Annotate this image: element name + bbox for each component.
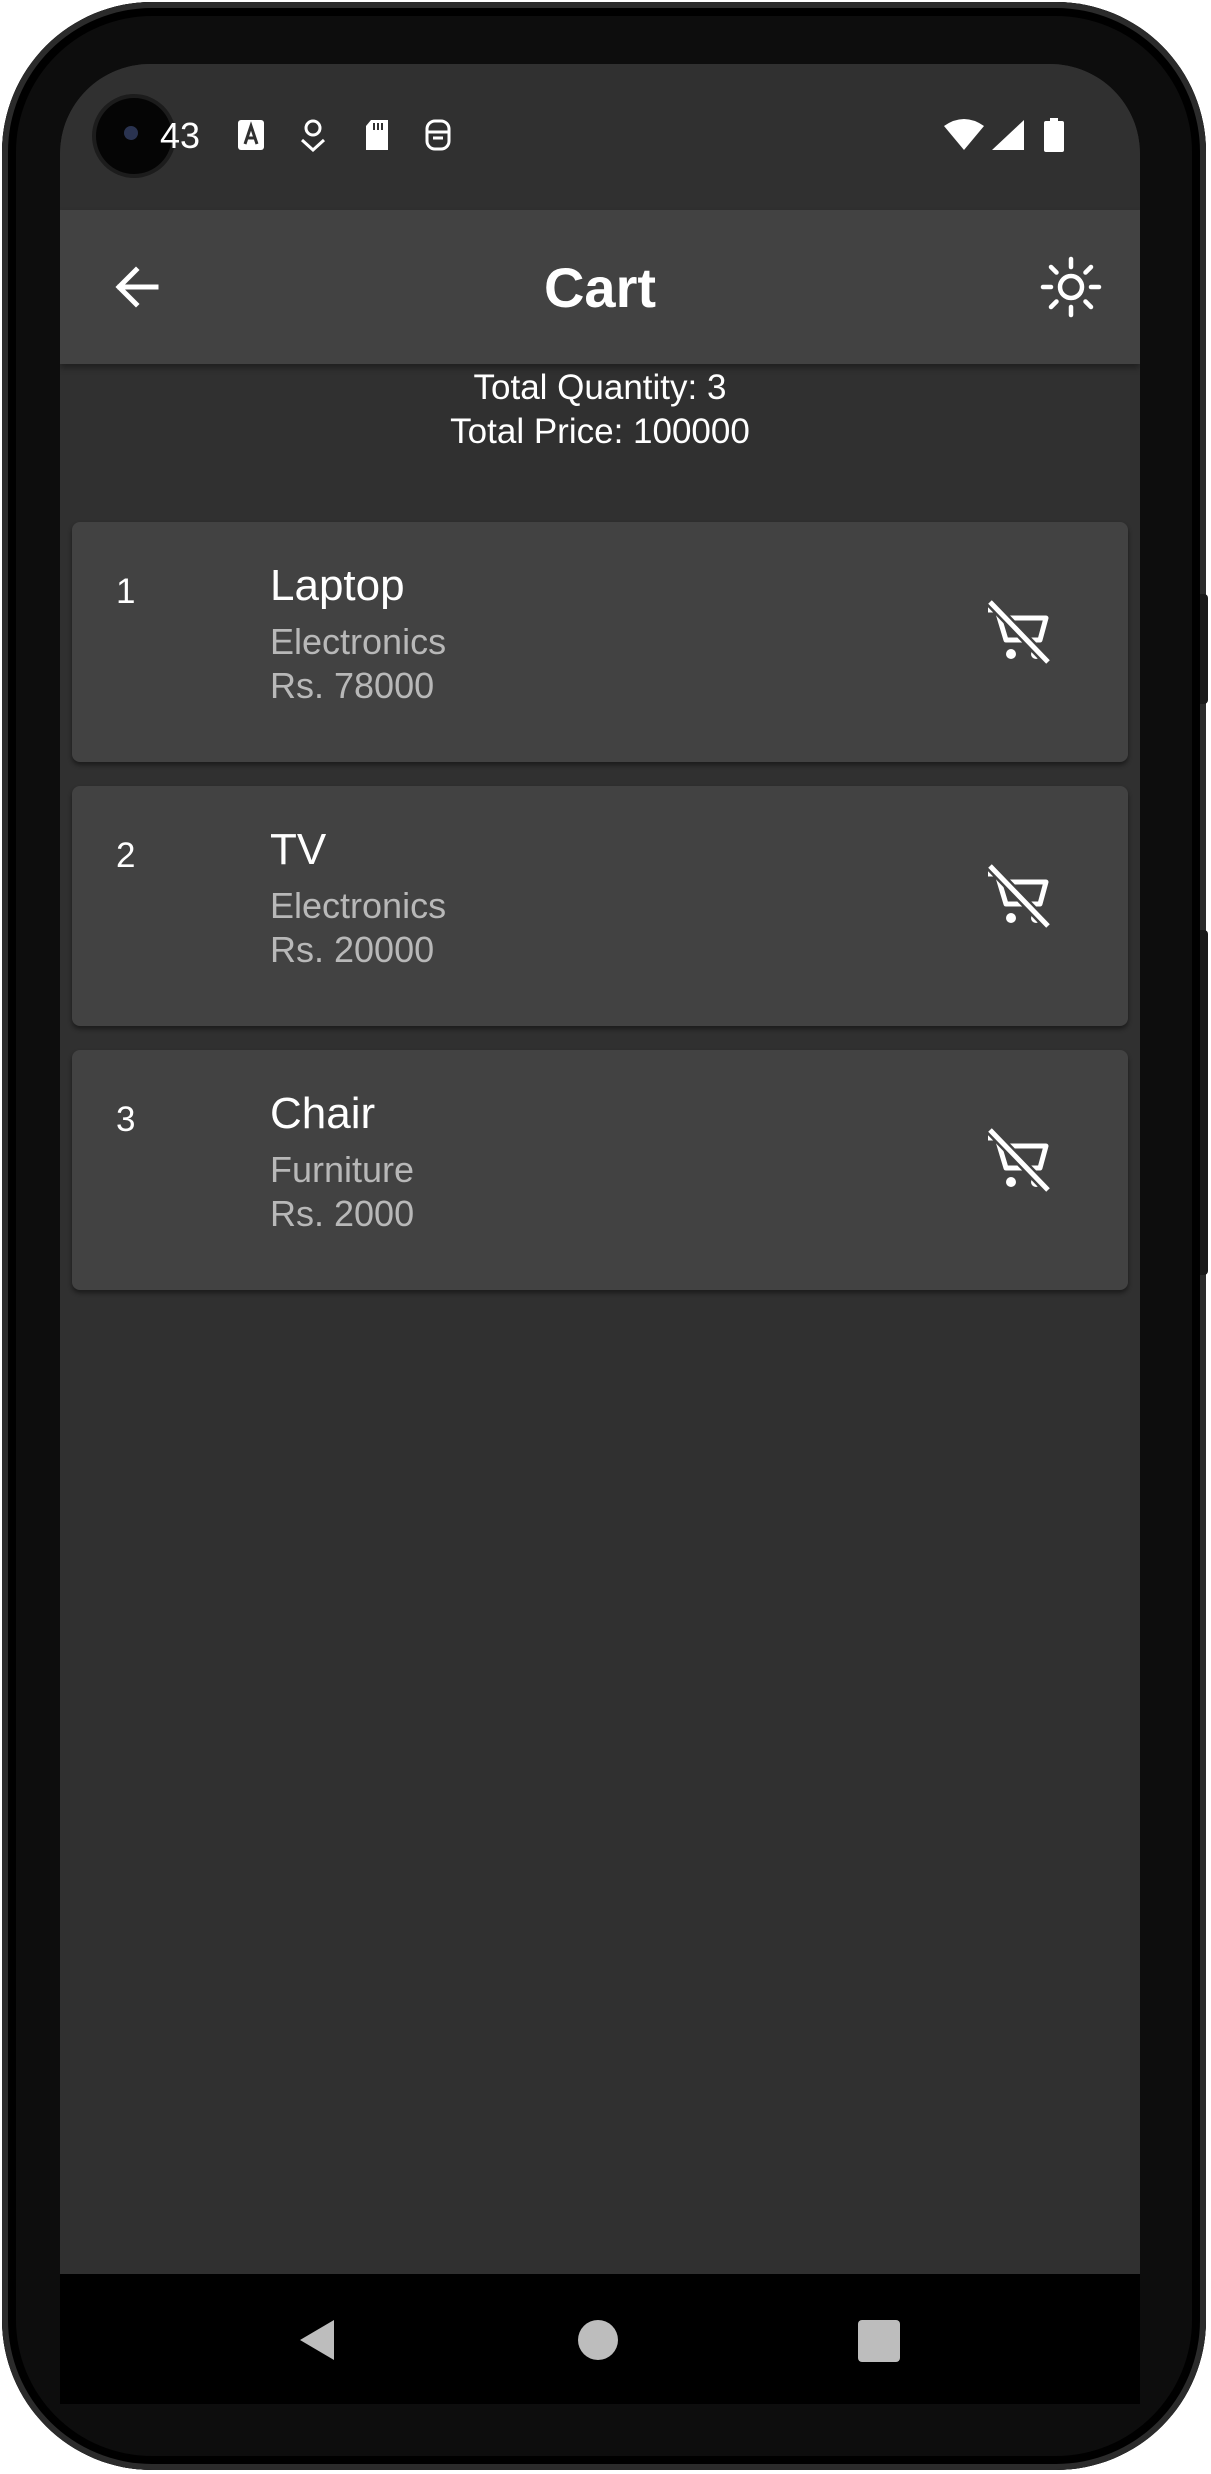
item-name: TV (270, 825, 327, 874)
text-a-icon (238, 120, 264, 150)
item-index: 2 (116, 836, 136, 875)
power-button (1200, 594, 1208, 704)
remove-from-cart-icon[interactable] (982, 596, 1056, 670)
download-badge-icon (300, 119, 326, 152)
nav-back-icon[interactable] (296, 2318, 340, 2362)
item-price: Rs. 78000 (270, 665, 435, 706)
sd-card-icon (366, 120, 388, 150)
item-category: Furniture (270, 1149, 415, 1190)
item-index: 1 (116, 572, 136, 611)
app-bar: Cart (60, 210, 1140, 364)
total-price: Total Price: 100000 (450, 412, 750, 451)
wifi-icon (944, 119, 984, 150)
volume-button (1200, 930, 1208, 1275)
shield-app-icon (425, 119, 451, 151)
cart-item-card: 1 Laptop Electronics Rs. 78000 (72, 522, 1128, 762)
remove-from-cart-icon[interactable] (982, 860, 1056, 934)
system-nav-bar (60, 2274, 1140, 2404)
nav-home-icon[interactable] (578, 2320, 618, 2360)
remove-from-cart-icon[interactable] (982, 1124, 1056, 1198)
cart-item-card: 3 Chair Furniture Rs. 2000 (72, 1050, 1128, 1290)
nav-recents-icon[interactable] (858, 2320, 900, 2362)
status-bar: 43 (60, 64, 1140, 210)
cart-item-card: 2 TV Electronics Rs. 20000 (72, 786, 1128, 1026)
item-name: Laptop (270, 561, 405, 610)
item-index: 3 (116, 1100, 136, 1139)
cart-list: 1 Laptop Electronics Rs. 78000 2 TV Elec… (72, 522, 1128, 1314)
total-quantity: Total Quantity: 3 (473, 368, 727, 407)
cart-summary: Total Quantity: 3 Total Price: 100000 (60, 366, 1140, 454)
item-name: Chair (270, 1089, 376, 1138)
status-time: 43 (160, 115, 201, 156)
cell-signal-icon (992, 120, 1024, 150)
battery-icon (1044, 118, 1064, 152)
app-screen: 43 Cart Total Quantity: 3 Total Price: 1… (60, 64, 1140, 2274)
item-price: Rs. 20000 (270, 929, 435, 970)
page-title: Cart (543, 256, 657, 319)
item-category: Electronics (270, 621, 447, 662)
sun-icon[interactable] (1040, 256, 1102, 318)
item-category: Electronics (270, 885, 447, 926)
item-price: Rs. 2000 (270, 1193, 415, 1234)
